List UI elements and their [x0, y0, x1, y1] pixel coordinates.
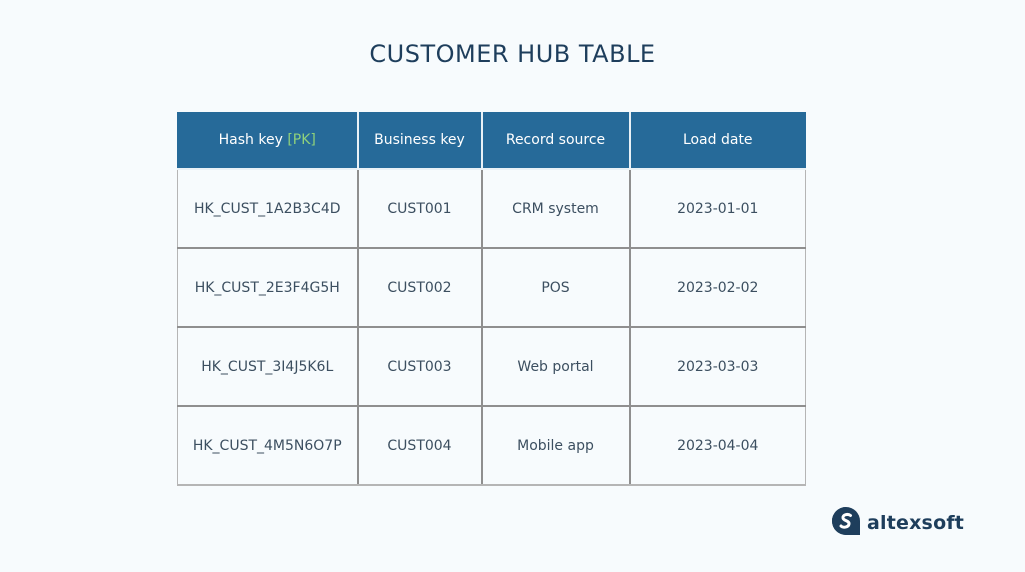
hash-key-cell: HK_CUST_3I4J5K6L — [177, 326, 359, 407]
column-header-label: Hash key — [218, 132, 283, 148]
column-header-load-date: Load date — [628, 112, 806, 170]
altexsoft-logo: altexsoft — [831, 506, 964, 536]
table-row: HK_CUST_2E3F4G5H CUST002 POS 2023-02-02 — [177, 247, 806, 328]
column-header-hash-key: Hash key [PK] — [177, 112, 359, 170]
record-source-cell: Mobile app — [480, 405, 631, 486]
column-header-record-source: Record source — [480, 112, 631, 170]
altexsoft-logo-text: altexsoft — [867, 512, 965, 534]
column-header-label: Record source — [505, 132, 606, 148]
hash-key-cell: HK_CUST_1A2B3C4D — [177, 168, 359, 249]
record-source-cell: CRM system — [480, 168, 631, 249]
table-header-row: Hash key [PK] Business key Record source… — [177, 112, 806, 170]
customer-hub-table: Hash key [PK] Business key Record source… — [177, 112, 806, 486]
column-header-business-key: Business key — [356, 112, 483, 170]
primary-key-badge: [PK] — [287, 132, 316, 148]
record-source-cell: POS — [480, 247, 631, 328]
table-row: HK_CUST_3I4J5K6L CUST003 Web portal 2023… — [177, 326, 806, 407]
altexsoft-logo-icon — [832, 507, 860, 535]
business-key-cell: CUST004 — [356, 405, 483, 486]
hash-key-cell: HK_CUST_2E3F4G5H — [177, 247, 359, 328]
table-row: HK_CUST_1A2B3C4D CUST001 CRM system 2023… — [177, 168, 806, 249]
load-date-cell: 2023-01-01 — [628, 168, 806, 249]
load-date-cell: 2023-02-02 — [628, 247, 806, 328]
record-source-cell: Web portal — [480, 326, 631, 407]
business-key-cell: CUST002 — [356, 247, 483, 328]
column-header-label: Load date — [682, 132, 753, 148]
load-date-cell: 2023-03-03 — [628, 326, 806, 407]
business-key-cell: CUST001 — [356, 168, 483, 249]
column-header-label: Business key — [374, 132, 465, 148]
business-key-cell: CUST003 — [356, 326, 483, 407]
table-row: HK_CUST_4M5N6O7P CUST004 Mobile app 2023… — [177, 405, 806, 486]
hash-key-cell: HK_CUST_4M5N6O7P — [177, 405, 359, 486]
load-date-cell: 2023-04-04 — [628, 405, 806, 486]
page-title: CUSTOMER HUB TABLE — [369, 40, 656, 68]
